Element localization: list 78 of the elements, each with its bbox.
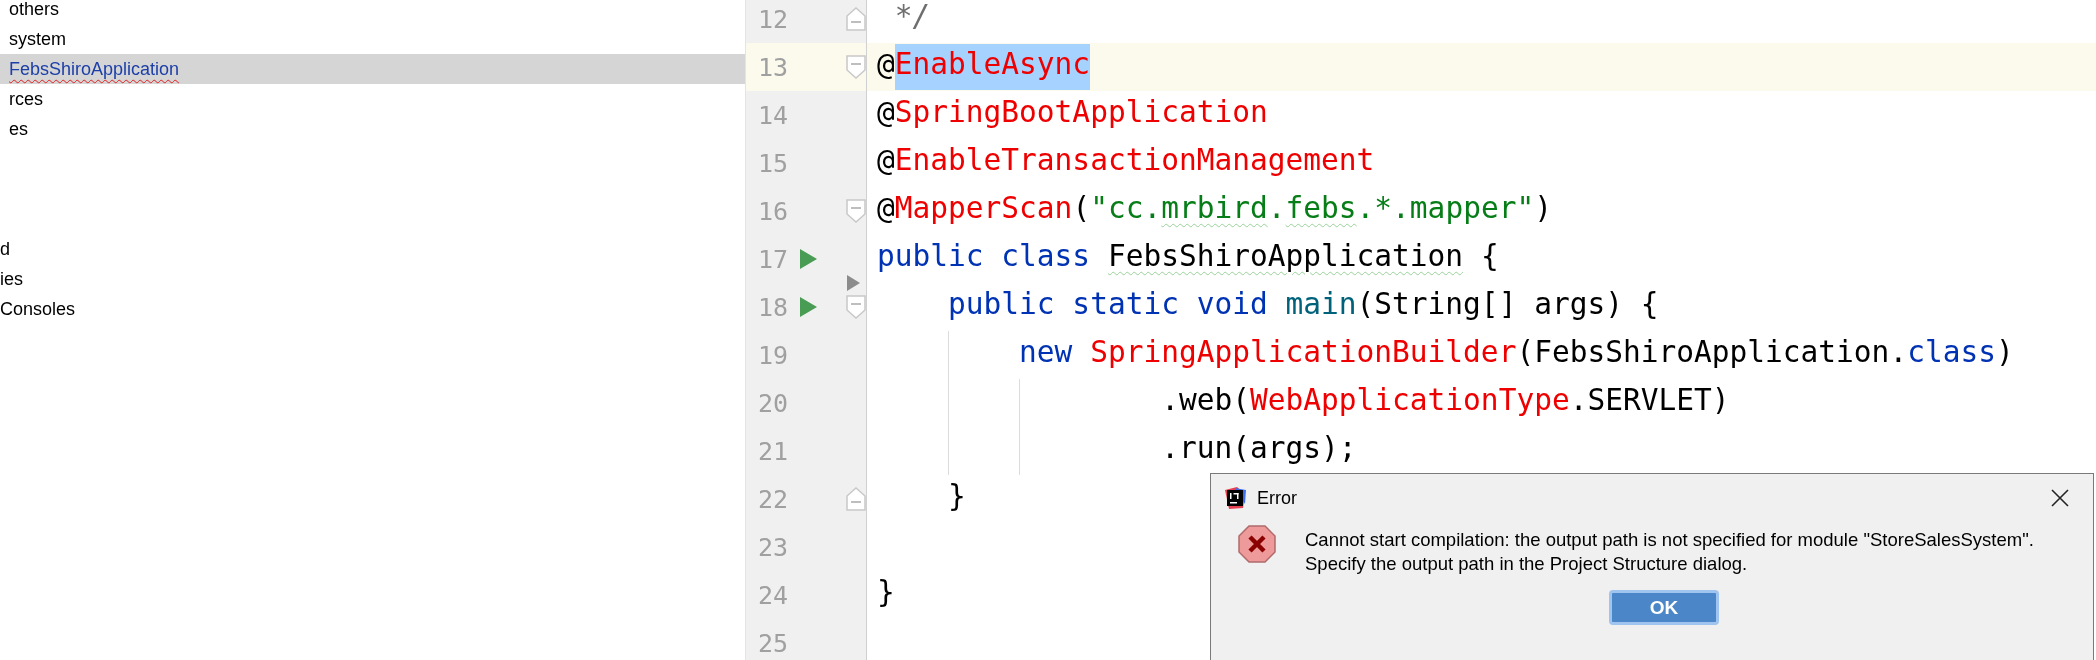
run-icon[interactable] [799, 249, 817, 269]
line-number: 13 [756, 52, 788, 82]
triangle-icon[interactable] [847, 275, 860, 291]
tree-item[interactable]: rces [0, 84, 745, 114]
line-number: 21 [756, 436, 788, 466]
tree-item-label: d [0, 239, 10, 261]
code-text: .run(args); [1161, 430, 1357, 467]
tree-item[interactable]: ies [0, 264, 745, 294]
dialog-title: Error [1257, 487, 1298, 509]
tree-item-label: FebsShiroApplication [9, 59, 180, 81]
code-text: ( [1072, 190, 1091, 227]
code-text: @ [877, 190, 895, 227]
code-text: } [948, 478, 966, 515]
code-text: MapperScan [894, 190, 1073, 227]
ok-button[interactable]: OK [1609, 590, 1719, 625]
fold-icon[interactable] [846, 55, 866, 79]
code-text: EnableAsync [894, 44, 1091, 90]
code-text: (FebsShiroApplication. [1516, 334, 1908, 371]
code-text: */ [894, 0, 931, 35]
code-text: @ [877, 94, 895, 131]
code-text: febs [1285, 190, 1357, 227]
code-text: main [1285, 286, 1357, 323]
line-number: 24 [756, 580, 788, 610]
code-text: public static void [948, 286, 1269, 323]
tree-item[interactable]: others [0, 0, 745, 24]
code-text: ) [1995, 334, 2014, 371]
code-text: SpringApplicationBuilder [1090, 334, 1517, 371]
line-number: 20 [756, 388, 788, 418]
code-text: SpringBootApplication [894, 94, 1268, 131]
tree-item-label: rces [9, 89, 43, 111]
close-icon [2051, 489, 2069, 507]
line-number: 25 [756, 628, 788, 658]
tree-item-label: system [9, 29, 66, 51]
code-text: EnableTransactionManagement [894, 142, 1375, 179]
code-text: public class [877, 238, 1092, 275]
line-number: 19 [756, 340, 788, 370]
line-number: 18 [756, 292, 788, 322]
code-text: new [1019, 334, 1074, 371]
code-text: .web( [1161, 382, 1250, 419]
code-text: WebApplicationType [1250, 382, 1570, 419]
line-number: 12 [756, 4, 788, 34]
app-icon [1223, 486, 1247, 510]
line-number: 23 [756, 532, 788, 562]
tree-item-label: es [9, 119, 28, 141]
selected-tree-item[interactable]: FebsShiroApplication [0, 54, 745, 84]
code-text: { [1480, 238, 1499, 275]
tree-item-label: Consoles [0, 299, 76, 321]
code-text: @ [877, 142, 895, 179]
code-text: . [1267, 190, 1286, 227]
tree-item[interactable]: Consoles [0, 294, 745, 324]
fold-icon[interactable] [846, 7, 866, 31]
code-text: "cc. [1090, 190, 1162, 227]
line-number: 14 [756, 100, 788, 130]
code-text: .*.mapper" [1356, 190, 1535, 227]
code-text: FebsShiroApplication [1107, 238, 1464, 275]
code-text: } [877, 574, 895, 611]
code-text: (String[] args) { [1356, 286, 1659, 323]
code-text: .SERVLET) [1569, 382, 1730, 419]
code-text: @ [877, 46, 895, 83]
line-number: 16 [756, 196, 788, 226]
tree-item[interactable]: es [0, 114, 745, 144]
fold-icon[interactable] [846, 295, 866, 319]
fold-icon[interactable] [846, 487, 866, 511]
code-text: class [1907, 334, 1996, 371]
fold-icon[interactable] [846, 199, 866, 223]
tree-item-label: ies [0, 269, 23, 291]
code-text: mrbird [1161, 190, 1268, 227]
line-number: 15 [756, 148, 788, 178]
line-number: 17 [756, 244, 788, 274]
tree-item-label: others [9, 0, 60, 21]
tree-item[interactable]: d [0, 234, 745, 264]
error-message: Cannot start compilation: the output path is not specified for module "StoreSalesSystem". [1305, 528, 2034, 552]
tree-item[interactable]: system [0, 24, 745, 54]
error-icon [1237, 524, 1277, 564]
run-icon[interactable] [799, 297, 817, 317]
error-message: Specify the output path in the Project Structure dialog. [1305, 552, 1749, 576]
line-number: 22 [756, 484, 788, 514]
code-text: ) [1534, 190, 1552, 227]
